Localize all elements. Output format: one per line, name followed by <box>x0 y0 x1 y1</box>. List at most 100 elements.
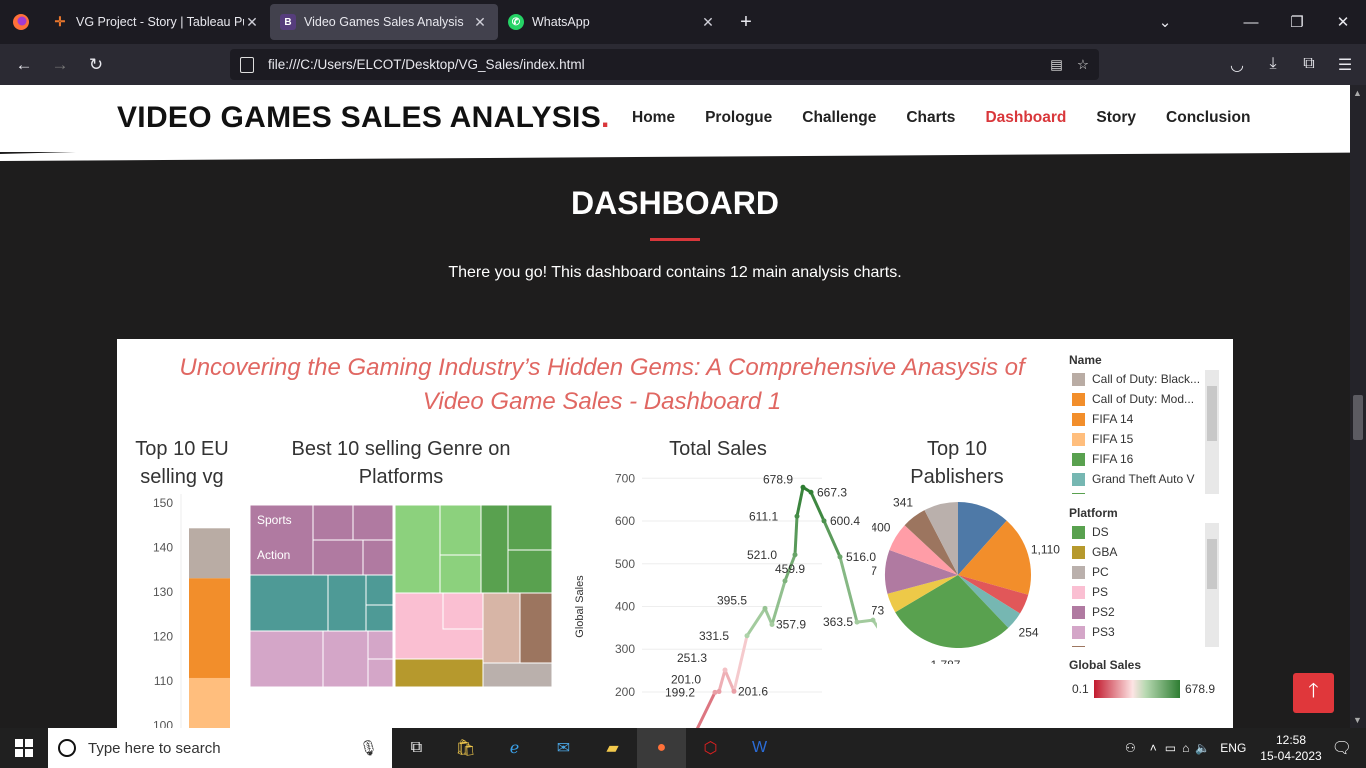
treemap-cell[interactable] <box>394 658 484 687</box>
file-explorer-icon[interactable]: ▰ <box>588 728 637 768</box>
data-point[interactable] <box>769 621 775 627</box>
mail-icon[interactable]: ✉ <box>539 728 588 768</box>
legend-platform-scrollbar[interactable] <box>1205 523 1219 647</box>
legend-item[interactable]: PS <box>1072 585 1204 599</box>
treemap-cell[interactable] <box>482 592 521 664</box>
legend-item[interactable]: PC <box>1072 565 1204 579</box>
downloads-icon[interactable]: ⤓ <box>1258 55 1288 75</box>
treemap-cell[interactable] <box>482 662 552 687</box>
treemap-cell[interactable] <box>439 505 482 556</box>
show-hidden-icons-chevron[interactable]: ˄ <box>1150 741 1157 755</box>
language-indicator[interactable]: ENG <box>1220 741 1246 755</box>
treemap-cell[interactable] <box>439 554 482 594</box>
tab-list-chevron-icon[interactable]: ⌄ <box>1142 13 1188 31</box>
treemap-cell[interactable] <box>327 574 367 632</box>
legend-item[interactable]: FIFA 14 <box>1072 412 1204 426</box>
treemap-cell[interactable] <box>442 592 484 630</box>
menu-prologue[interactable]: Prologue <box>705 109 772 127</box>
forward-arrow-icon[interactable]: → <box>42 55 78 75</box>
url-bar[interactable]: file:///C:/Users/ELCOT/Desktop/VG_Sales/… <box>230 49 1099 80</box>
bookmark-star-icon[interactable]: ☆ <box>1077 57 1089 73</box>
menu-home[interactable]: Home <box>632 109 675 127</box>
menu-challenge[interactable]: Challenge <box>802 109 876 127</box>
treemap-cell[interactable] <box>250 630 324 687</box>
data-point[interactable] <box>821 518 827 524</box>
treemap-cell[interactable] <box>250 574 329 632</box>
close-window-button[interactable]: ✕ <box>1320 13 1366 31</box>
data-point[interactable] <box>762 605 768 611</box>
tab-tableau[interactable]: ✛ VG Project - Story | Tableau Pub ✕ <box>42 0 270 44</box>
treemap-cell[interactable] <box>367 658 394 687</box>
back-arrow-icon[interactable]: ← <box>6 55 42 75</box>
menu-charts[interactable]: Charts <box>906 109 955 127</box>
treemap-cell[interactable] <box>507 549 552 594</box>
close-icon[interactable]: ✕ <box>700 14 716 31</box>
clock[interactable]: 12:58 15-04-2023 <box>1260 732 1321 764</box>
treemap-cell[interactable] <box>365 604 394 632</box>
edge-icon[interactable]: ℯ <box>490 728 539 768</box>
extensions-icon[interactable]: ⧉ <box>1294 55 1324 75</box>
minimize-button[interactable]: — <box>1228 14 1274 31</box>
acrobat-icon[interactable]: ⬡ <box>686 728 735 768</box>
people-icon[interactable]: ⚇ <box>1125 741 1136 755</box>
reader-view-icon[interactable]: ▤ <box>1050 57 1063 73</box>
site-brand[interactable]: VIDEO GAMES SALES ANALYSIS. <box>117 101 610 135</box>
microphone-icon[interactable]: 🎙 <box>359 739 378 757</box>
close-icon[interactable]: ✕ <box>244 14 260 31</box>
volume-icon[interactable]: 🔈 <box>1195 741 1210 755</box>
legend-item[interactable]: DS <box>1072 525 1204 539</box>
restore-button[interactable]: ❐ <box>1274 13 1320 31</box>
total-sales-line-chart[interactable]: 700600500400300200100Global Sales73.579.… <box>567 464 877 728</box>
legend-item[interactable]: Mario Kart Wii <box>1072 492 1204 494</box>
bar-segment[interactable] <box>189 677 230 728</box>
new-tab-button[interactable]: + <box>726 11 766 34</box>
legend-item[interactable]: PS3 <box>1072 625 1204 639</box>
notifications-icon[interactable]: 🗨 <box>1332 738 1352 758</box>
menu-conclusion[interactable]: Conclusion <box>1166 109 1250 127</box>
scrollbar-thumb[interactable] <box>1353 395 1363 440</box>
page-scrollbar[interactable]: ▲ ▼ <box>1350 85 1366 728</box>
data-point[interactable] <box>800 484 806 490</box>
legend-item[interactable]: FIFA 16 <box>1072 452 1204 466</box>
bar-segment[interactable] <box>189 578 230 678</box>
close-icon[interactable]: ✕ <box>472 14 488 31</box>
publishers-pie-chart[interactable]: 7271,1102541,787273607400341475 <box>872 494 1072 664</box>
treemap-cell[interactable] <box>312 539 364 576</box>
tab-whatsapp[interactable]: ✆ WhatsApp ✕ <box>498 0 726 44</box>
legend-item[interactable]: Call of Duty: Mod... <box>1072 392 1204 406</box>
legend-item[interactable]: FIFA 15 <box>1072 432 1204 446</box>
treemap-cell[interactable] <box>362 539 394 576</box>
task-view-icon[interactable]: ⧉ <box>392 728 441 768</box>
windows-start-icon[interactable] <box>0 728 48 768</box>
firefox-taskbar-icon[interactable]: ● <box>637 728 686 768</box>
word-icon[interactable]: W <box>735 728 784 768</box>
back-to-top-button[interactable]: 🡑 <box>1293 673 1334 713</box>
data-point[interactable] <box>744 633 750 639</box>
reload-icon[interactable]: ↻ <box>78 55 114 75</box>
data-point[interactable] <box>854 619 860 625</box>
menu-story[interactable]: Story <box>1096 109 1136 127</box>
data-point[interactable] <box>794 513 800 519</box>
firefox-icon[interactable] <box>0 0 42 44</box>
data-point[interactable] <box>808 489 814 495</box>
data-point[interactable] <box>731 688 737 694</box>
data-point[interactable] <box>716 689 722 695</box>
treemap-cell[interactable] <box>312 505 354 541</box>
tableau-dashboard[interactable]: Uncovering the Gaming Industry’s Hidden … <box>117 339 1233 728</box>
treemap-cell[interactable] <box>519 592 552 664</box>
genre-treemap[interactable] <box>250 505 552 687</box>
data-point[interactable] <box>792 552 798 558</box>
treemap-cell[interactable] <box>352 505 394 541</box>
treemap-cell[interactable] <box>365 574 394 606</box>
legend-item[interactable]: PS2 <box>1072 605 1204 619</box>
legend-item[interactable]: PS4 <box>1072 645 1204 647</box>
hamburger-menu-icon[interactable]: ☰ <box>1330 55 1360 75</box>
data-point[interactable] <box>782 578 788 584</box>
treemap-cell[interactable] <box>322 630 369 687</box>
legend-item[interactable]: Grand Theft Auto V <box>1072 472 1204 486</box>
taskbar-search-box[interactable]: Type here to search 🎙 <box>48 728 392 768</box>
network-icon[interactable]: ⌂ <box>1182 741 1189 755</box>
menu-dashboard[interactable]: Dashboard <box>985 109 1066 127</box>
battery-icon[interactable]: ▭ <box>1165 741 1176 755</box>
legend-item[interactable]: GBA <box>1072 545 1204 559</box>
